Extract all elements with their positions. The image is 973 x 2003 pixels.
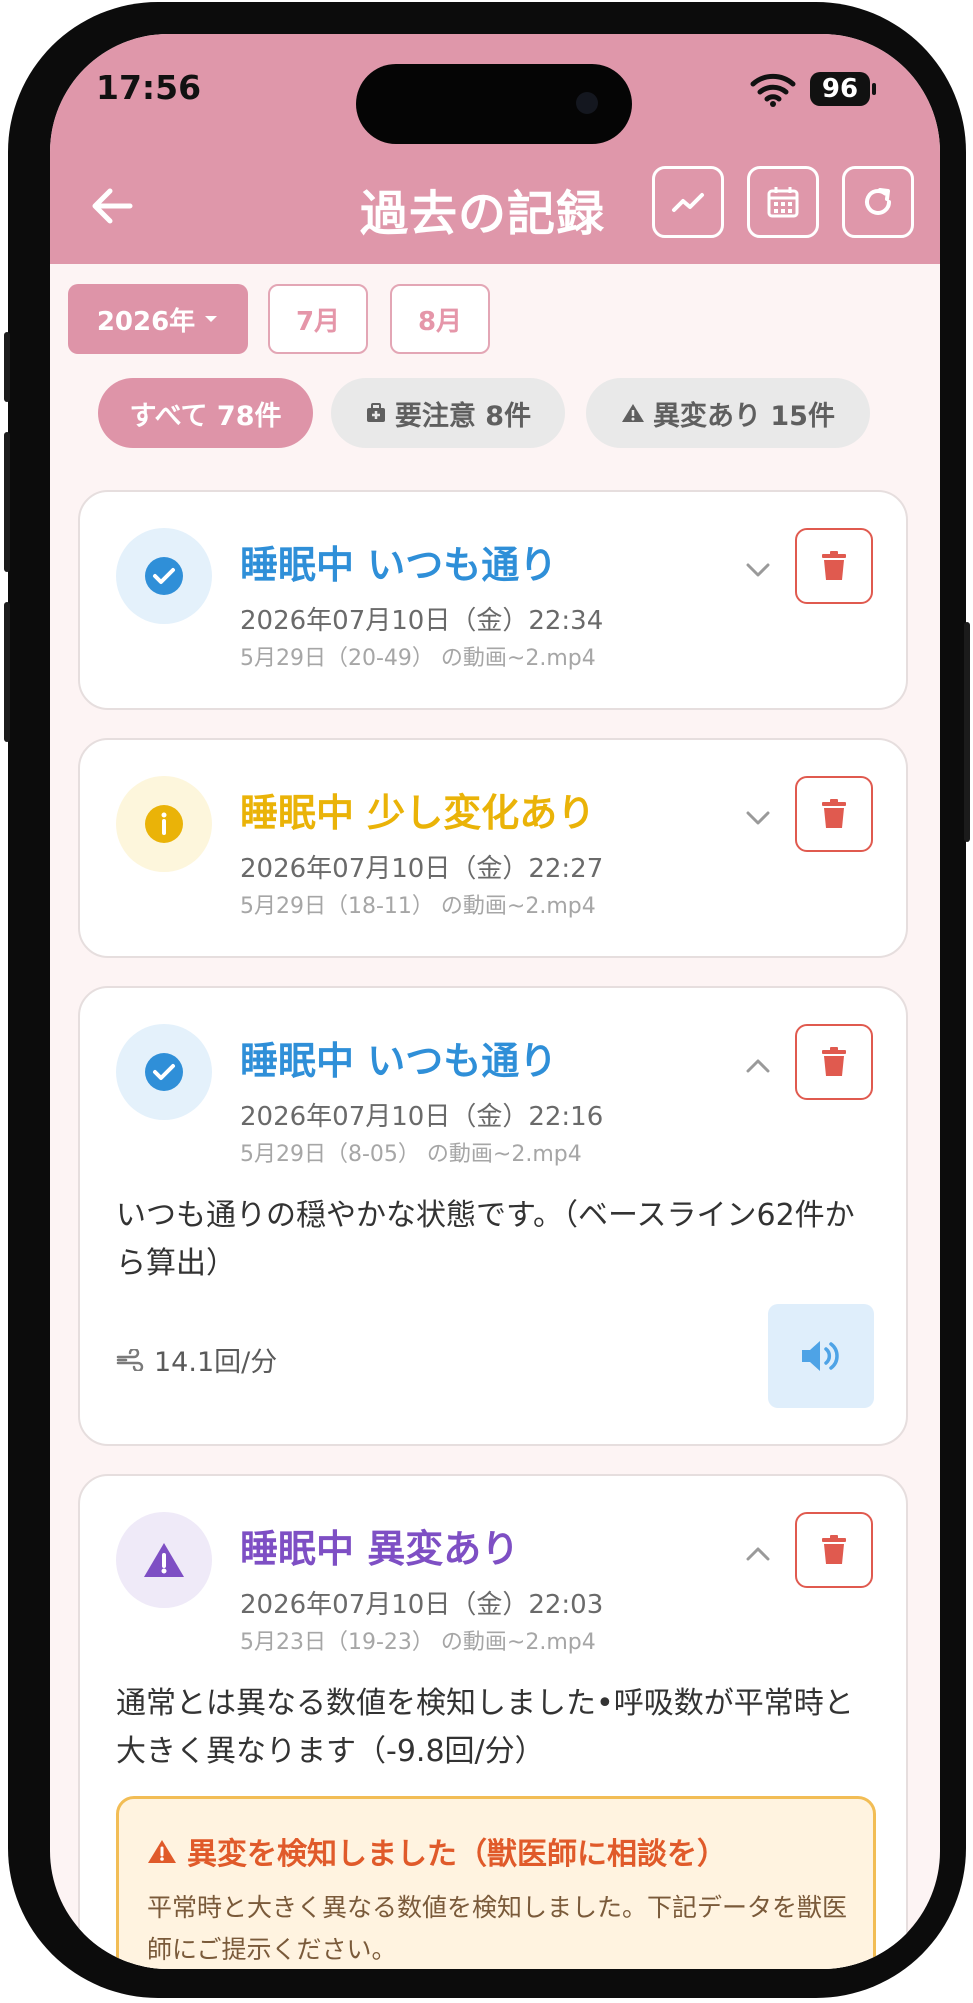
trend-icon (672, 193, 704, 212)
year-label: 2026年 (96, 306, 196, 337)
page-title: 過去の記録 (360, 186, 606, 242)
delete-button[interactable] (795, 1024, 873, 1100)
record-card[interactable]: 睡眠中 少し変化あり 2026年07月10日（金）22:27 5月29日（18-… (78, 738, 908, 958)
record-file: 5月29日（8-05） の動画~2.mp4 (240, 1142, 582, 1167)
record-datetime: 2026年07月10日（金）22:03 (240, 1590, 604, 1620)
record-datetime: 2026年07月10日（金）22:16 (240, 1102, 604, 1132)
filter-all[interactable]: すべて 78件 (98, 378, 313, 448)
record-datetime: 2026年07月10日（金）22:27 (240, 854, 604, 884)
battery-indicator: 96 (810, 72, 876, 106)
record-file: 5月29日（20-49） の動画~2.mp4 (240, 646, 596, 671)
dynamic-island (356, 64, 632, 144)
chevron-up-icon[interactable] (740, 1536, 776, 1572)
record-description: いつも通りの穏やかな状態です。（ベースライン62件から算出） (116, 1198, 855, 1281)
info-circle-icon (145, 805, 183, 843)
chevron-down-icon[interactable] (740, 800, 776, 836)
screen: 17:56 96 過去の記録 2026年 7月 8月 すべて 78件 要注意 8… (50, 34, 940, 1969)
play-audio-button[interactable] (768, 1304, 874, 1408)
year-selector[interactable]: 2026年 (68, 284, 248, 354)
breathing-rate-value: 14.1回/分 (154, 1347, 278, 1378)
status-time: 17:56 (96, 68, 202, 107)
record-title: 睡眠中 異変あり (240, 1527, 520, 1571)
trash-icon (822, 799, 846, 828)
month-chip-7[interactable]: 7月 (268, 284, 368, 354)
record-title: 睡眠中 少し変化あり (240, 791, 596, 835)
record-card-expanded[interactable]: 睡眠中 いつも通り 2026年07月10日（金）22:16 5月29日（8-05… (78, 986, 908, 1446)
record-file: 5月23日（19-23） の動画~2.mp4 (240, 1630, 596, 1655)
check-status (116, 1024, 212, 1120)
caret-down-icon (205, 316, 218, 322)
trash-icon (822, 1047, 846, 1076)
refresh-button[interactable] (842, 166, 914, 238)
wind-icon (116, 1348, 144, 1371)
info-status (116, 776, 212, 872)
calendar-button[interactable] (747, 166, 819, 238)
speaker-icon (802, 1341, 839, 1371)
record-datetime: 2026年07月10日（金）22:34 (240, 606, 604, 636)
alert-title: 異変を検知しました（獣医師に相談を） (147, 1829, 727, 1873)
alert-box: 異変を検知しました（獣医師に相談を） 平常時と大きく異なる数値を検知しました。下… (116, 1796, 876, 1969)
record-file: 5月29日（18-11） の動画~2.mp4 (240, 894, 596, 919)
alert-warning-icon (148, 1840, 176, 1863)
delete-button[interactable] (795, 776, 873, 852)
warning-status (116, 1512, 212, 1608)
trash-icon (822, 1535, 846, 1564)
filter-caution-label: 要注意 8件 (394, 400, 532, 432)
volume-down-button (4, 602, 10, 742)
action-button (4, 332, 10, 402)
wifi-icon (750, 73, 796, 107)
calendar-icon (767, 187, 799, 218)
check-circle-icon (145, 1053, 183, 1091)
medical-bag-icon (366, 403, 385, 422)
filter-all-label: すべて 78件 (129, 400, 282, 432)
delete-button[interactable] (795, 1512, 873, 1588)
record-description: 通常とは異なる数値を検知しました•呼吸数が平常時と大きく異なります（-9.8回/… (116, 1686, 854, 1769)
alert-text: 平常時と大きく異なる数値を検知しました。下記データを獣医師にご提示ください。 (147, 1893, 848, 1964)
chevron-down-icon[interactable] (740, 552, 776, 588)
delete-button[interactable] (795, 528, 873, 604)
filter-anomaly[interactable]: 異変あり 15件 (586, 378, 870, 448)
filter-anomaly-label: 異変あり 15件 (653, 400, 835, 432)
trend-chart-button[interactable] (652, 166, 724, 238)
breathing-rate: 14.1回/分 (116, 1340, 277, 1379)
record-title: 睡眠中 いつも通り (240, 1039, 558, 1083)
month-chip-8[interactable]: 8月 (390, 284, 490, 354)
record-card[interactable]: 睡眠中 いつも通り 2026年07月10日（金）22:34 5月29日（20-4… (78, 490, 908, 710)
warning-triangle-icon (144, 1543, 184, 1577)
phone-frame: 17:56 96 過去の記録 2026年 7月 8月 すべて 78件 要注意 8… (4, 2, 970, 1998)
trash-icon (822, 551, 846, 580)
refresh-icon (865, 188, 891, 215)
volume-up-button (4, 432, 10, 572)
warning-icon (622, 404, 644, 422)
record-title: 睡眠中 いつも通り (240, 543, 558, 587)
chevron-up-icon[interactable] (740, 1048, 776, 1084)
back-arrow-icon[interactable] (80, 174, 144, 238)
alert-title-text: 異変を検知しました（獣医師に相談を） (187, 1837, 727, 1872)
check-circle-icon (145, 557, 183, 595)
power-button (964, 622, 970, 842)
record-card-expanded[interactable]: 睡眠中 異変あり 2026年07月10日（金）22:03 5月23日（19-23… (78, 1474, 908, 1969)
check-status (116, 528, 212, 624)
filter-caution[interactable]: 要注意 8件 (331, 378, 565, 448)
